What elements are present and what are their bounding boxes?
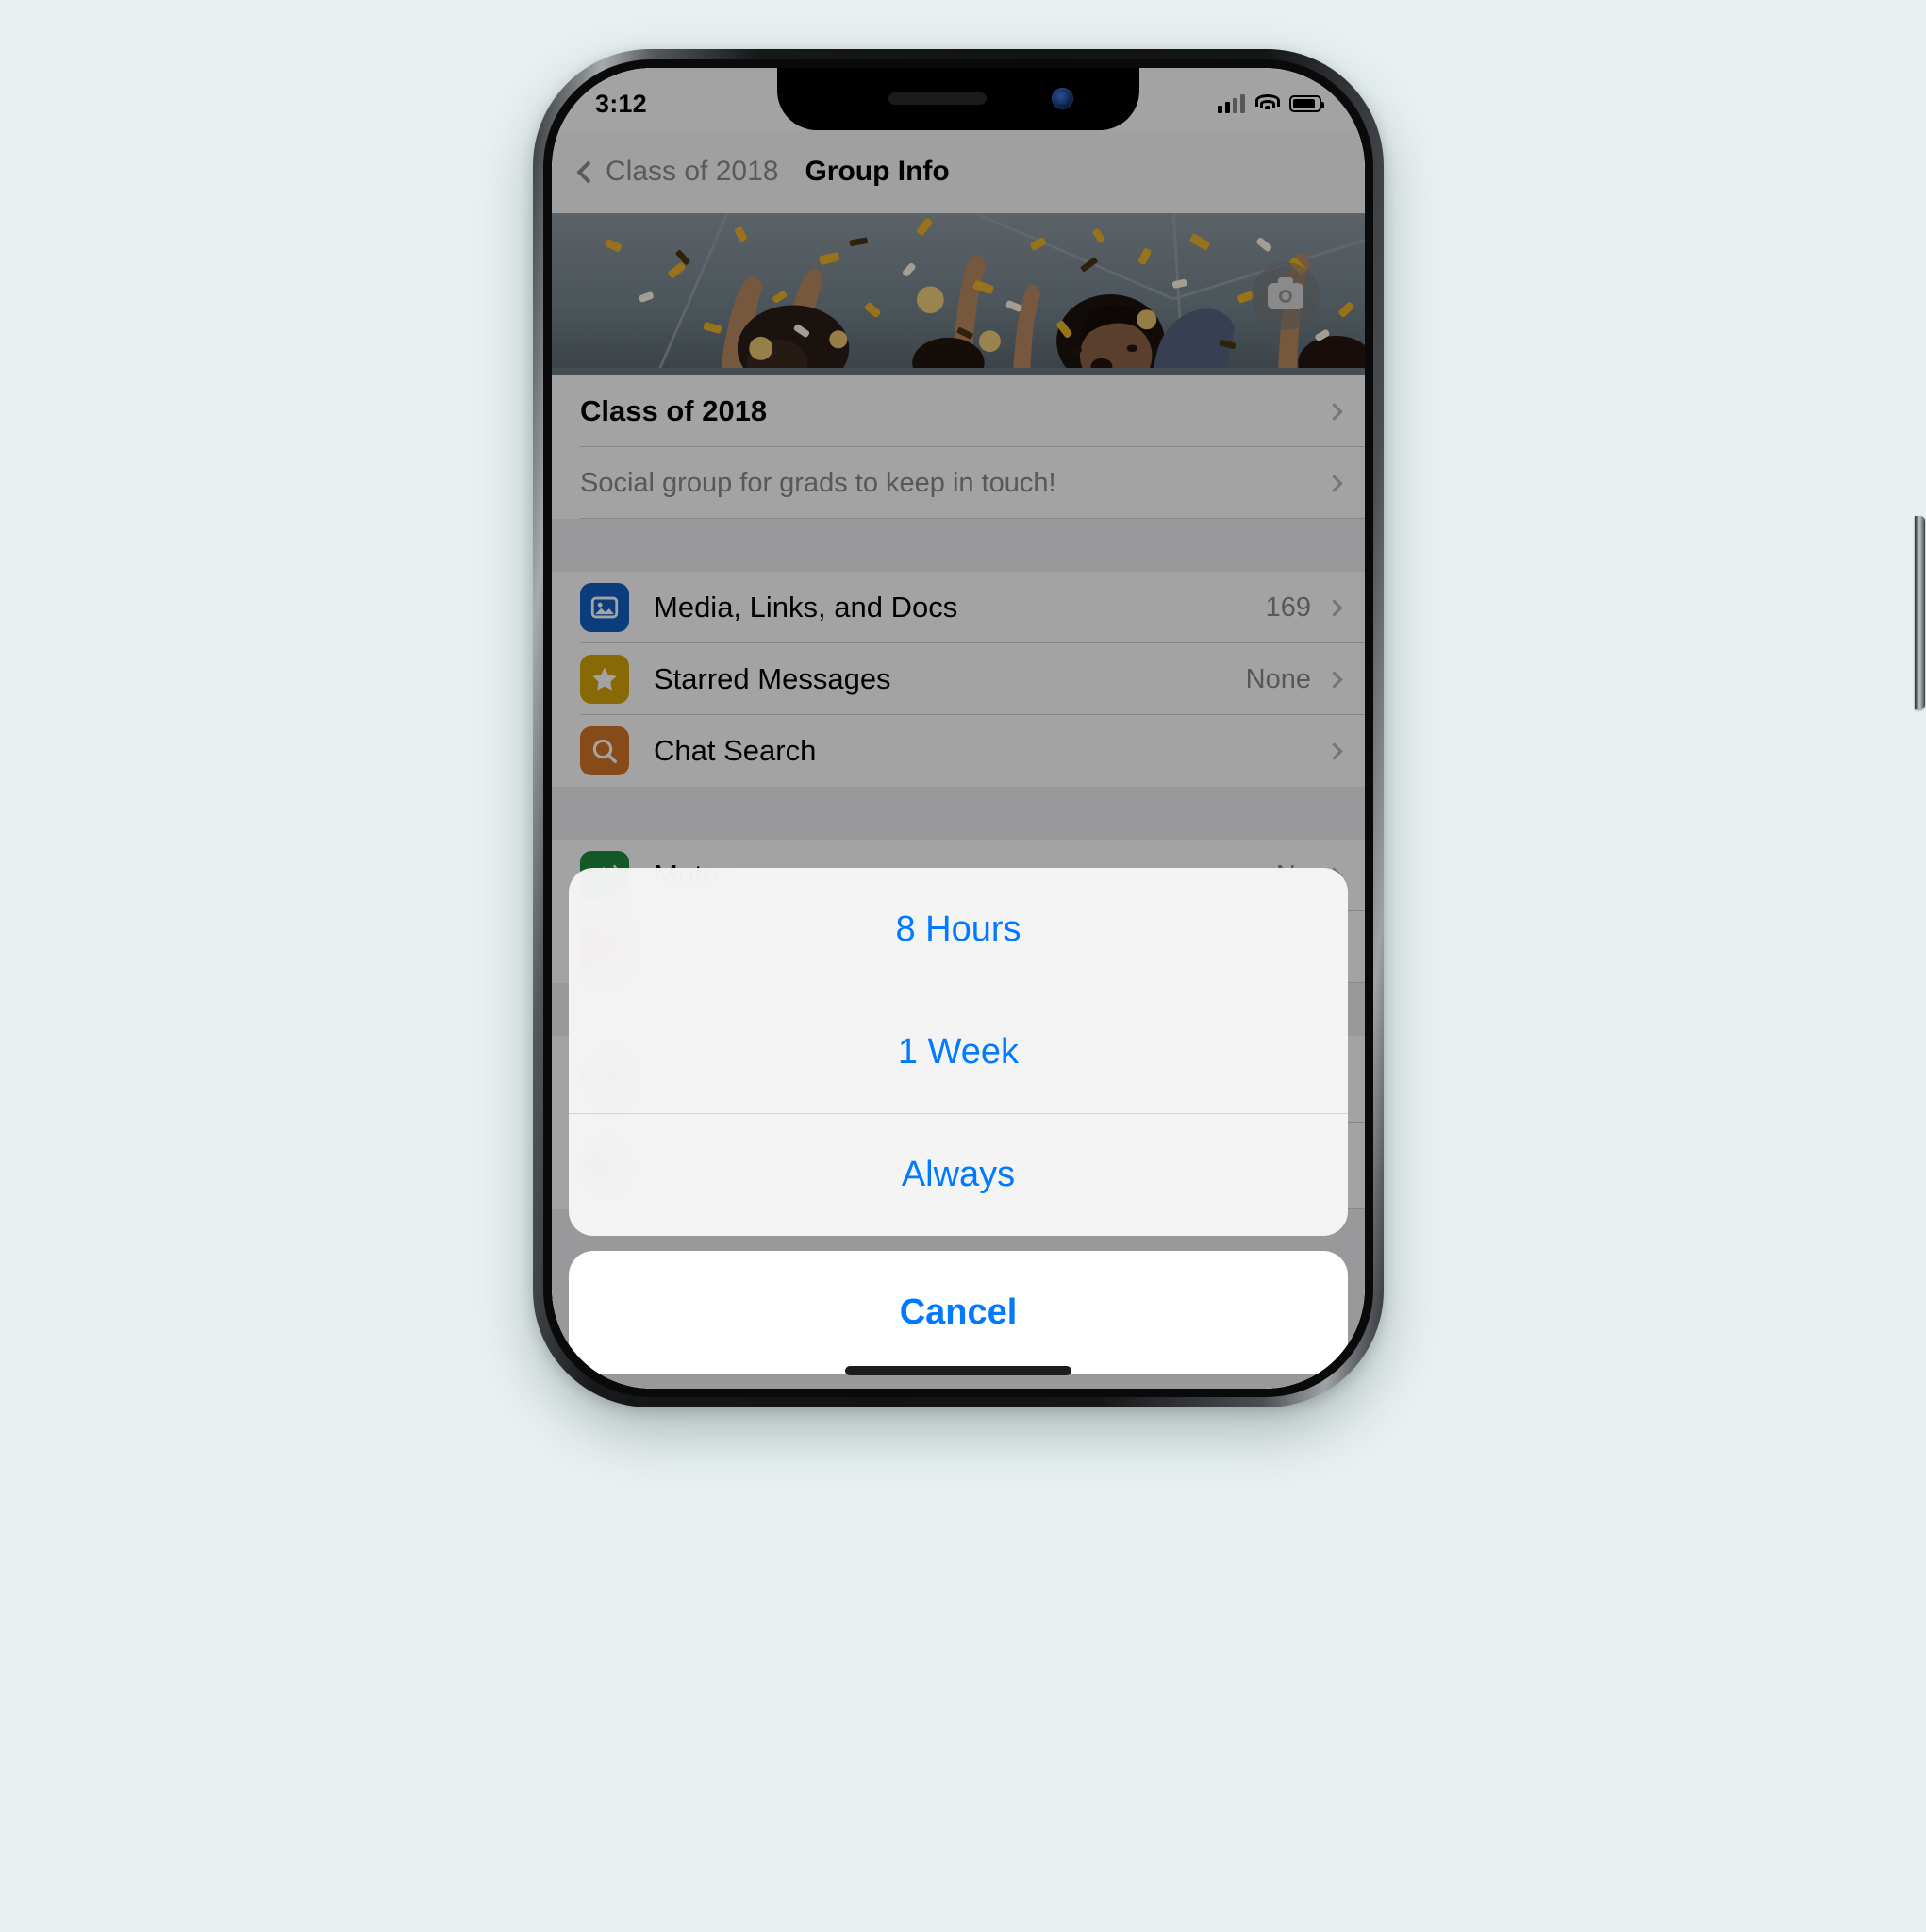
front-camera-icon (1052, 88, 1073, 109)
mute-option-1-week[interactable]: 1 Week (569, 991, 1348, 1113)
phone-frame: Class of 2018 Social group for grads to … (533, 49, 1925, 1407)
screenshot-stage: Class of 2018 Social group for grads to … (0, 0, 1926, 1932)
mute-option-8-hours[interactable]: 8 Hours (569, 868, 1348, 991)
mute-option-always[interactable]: Always (569, 1113, 1348, 1236)
phone-inner-frame: Class of 2018 Social group for grads to … (543, 59, 1373, 1397)
phone-screen: Class of 2018 Social group for grads to … (552, 68, 1365, 1389)
earpiece-speaker (888, 92, 987, 105)
cancel-button[interactable]: Cancel (569, 1251, 1348, 1374)
action-sheet-options-group: 8 Hours 1 Week Always (569, 868, 1348, 1236)
mute-duration-action-sheet: 8 Hours 1 Week Always Cancel (552, 868, 1365, 1389)
power-button[interactable] (1915, 516, 1925, 709)
phone-bezel: Class of 2018 Social group for grads to … (552, 68, 1365, 1389)
home-indicator[interactable] (845, 1366, 1071, 1375)
phone-notch (777, 68, 1139, 130)
